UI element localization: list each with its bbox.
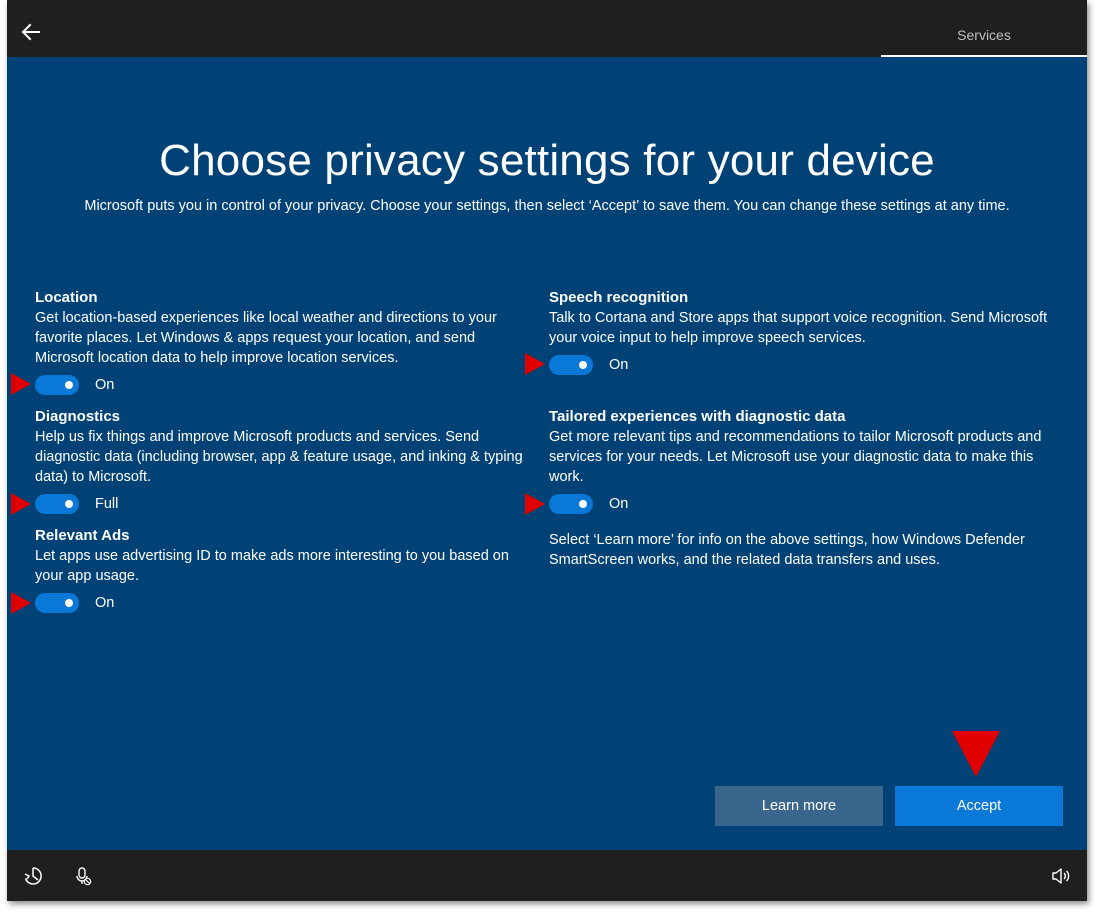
setting-relevant-ads: Relevant Ads Let apps use advertising ID… bbox=[35, 526, 530, 614]
tailored-toggle[interactable] bbox=[549, 494, 593, 514]
speech-toggle[interactable] bbox=[549, 355, 593, 375]
microphone-button[interactable] bbox=[73, 866, 93, 886]
location-toggle[interactable] bbox=[35, 375, 79, 395]
setting-diagnostics: Diagnostics Help us fix things and impro… bbox=[35, 407, 530, 515]
setting-location-title: Location bbox=[35, 289, 98, 306]
setting-relevant-ads-description: Let apps use advertising ID to make ads … bbox=[35, 548, 509, 584]
microphone-muted-icon bbox=[76, 867, 92, 886]
setting-tailored-title: Tailored experiences with diagnostic dat… bbox=[549, 408, 846, 425]
toggle-knob bbox=[65, 381, 73, 389]
top-bar: Services bbox=[7, 0, 1087, 57]
tab-services-label: Services bbox=[957, 27, 1011, 43]
arrow-left-icon bbox=[21, 23, 40, 41]
annotation-arrow-right-icon bbox=[11, 592, 31, 614]
tab-underline bbox=[881, 55, 1087, 57]
accept-button[interactable]: Accept bbox=[895, 786, 1063, 826]
setting-speech-title: Speech recognition bbox=[549, 289, 689, 306]
volume-button[interactable] bbox=[1051, 866, 1071, 886]
learn-more-info-text: Select ‘Learn more’ for info on the abov… bbox=[549, 532, 1025, 568]
page-title: Choose privacy settings for your device bbox=[159, 136, 935, 185]
toggle-knob bbox=[65, 599, 73, 607]
toggle-knob bbox=[579, 361, 587, 369]
ease-of-access-button[interactable] bbox=[23, 866, 43, 886]
page-subtitle: Microsoft puts you in control of your pr… bbox=[84, 198, 1010, 214]
annotation-arrow-down-icon bbox=[952, 731, 1000, 777]
tab-services: Services bbox=[881, 0, 1087, 57]
diagnostics-toggle[interactable] bbox=[35, 494, 79, 514]
bottom-bar bbox=[7, 850, 1087, 901]
setting-diagnostics-title: Diagnostics bbox=[35, 408, 121, 425]
setting-speech-recognition: Speech recognition Talk to Cortana and S… bbox=[549, 288, 1059, 376]
volume-icon bbox=[1052, 868, 1070, 884]
annotation-arrow-right-icon bbox=[525, 353, 545, 375]
annotation-arrow-right-icon bbox=[11, 373, 31, 395]
setting-location-description: Get location-based experiences like loca… bbox=[35, 310, 497, 366]
annotation-arrow-right-icon bbox=[11, 493, 31, 515]
speech-toggle-state: On bbox=[609, 357, 629, 373]
toggle-knob bbox=[65, 500, 73, 508]
location-toggle-state: On bbox=[95, 377, 115, 393]
relevant-ads-toggle-state: On bbox=[95, 595, 115, 611]
setting-speech-description: Talk to Cortana and Store apps that supp… bbox=[549, 310, 1048, 346]
setting-diagnostics-description: Help us fix things and improve Microsoft… bbox=[35, 429, 523, 485]
setting-tailored-description: Get more relevant tips and recommendatio… bbox=[549, 429, 1042, 485]
setting-tailored-experiences: Tailored experiences with diagnostic dat… bbox=[549, 407, 1059, 515]
back-button[interactable] bbox=[17, 18, 45, 46]
toggle-knob bbox=[579, 500, 587, 508]
setting-relevant-ads-title: Relevant Ads bbox=[35, 527, 130, 544]
setting-location: Location Get location-based experiences … bbox=[35, 288, 530, 396]
ease-of-access-icon bbox=[24, 867, 42, 885]
tailored-toggle-state: On bbox=[609, 496, 629, 512]
diagnostics-toggle-state: Full bbox=[95, 496, 119, 512]
relevant-ads-toggle[interactable] bbox=[35, 593, 79, 613]
oobe-window: Services Choose privacy settings for you… bbox=[7, 0, 1087, 901]
learn-more-button[interactable]: Learn more bbox=[715, 786, 883, 826]
annotation-arrow-right-icon bbox=[525, 493, 545, 515]
